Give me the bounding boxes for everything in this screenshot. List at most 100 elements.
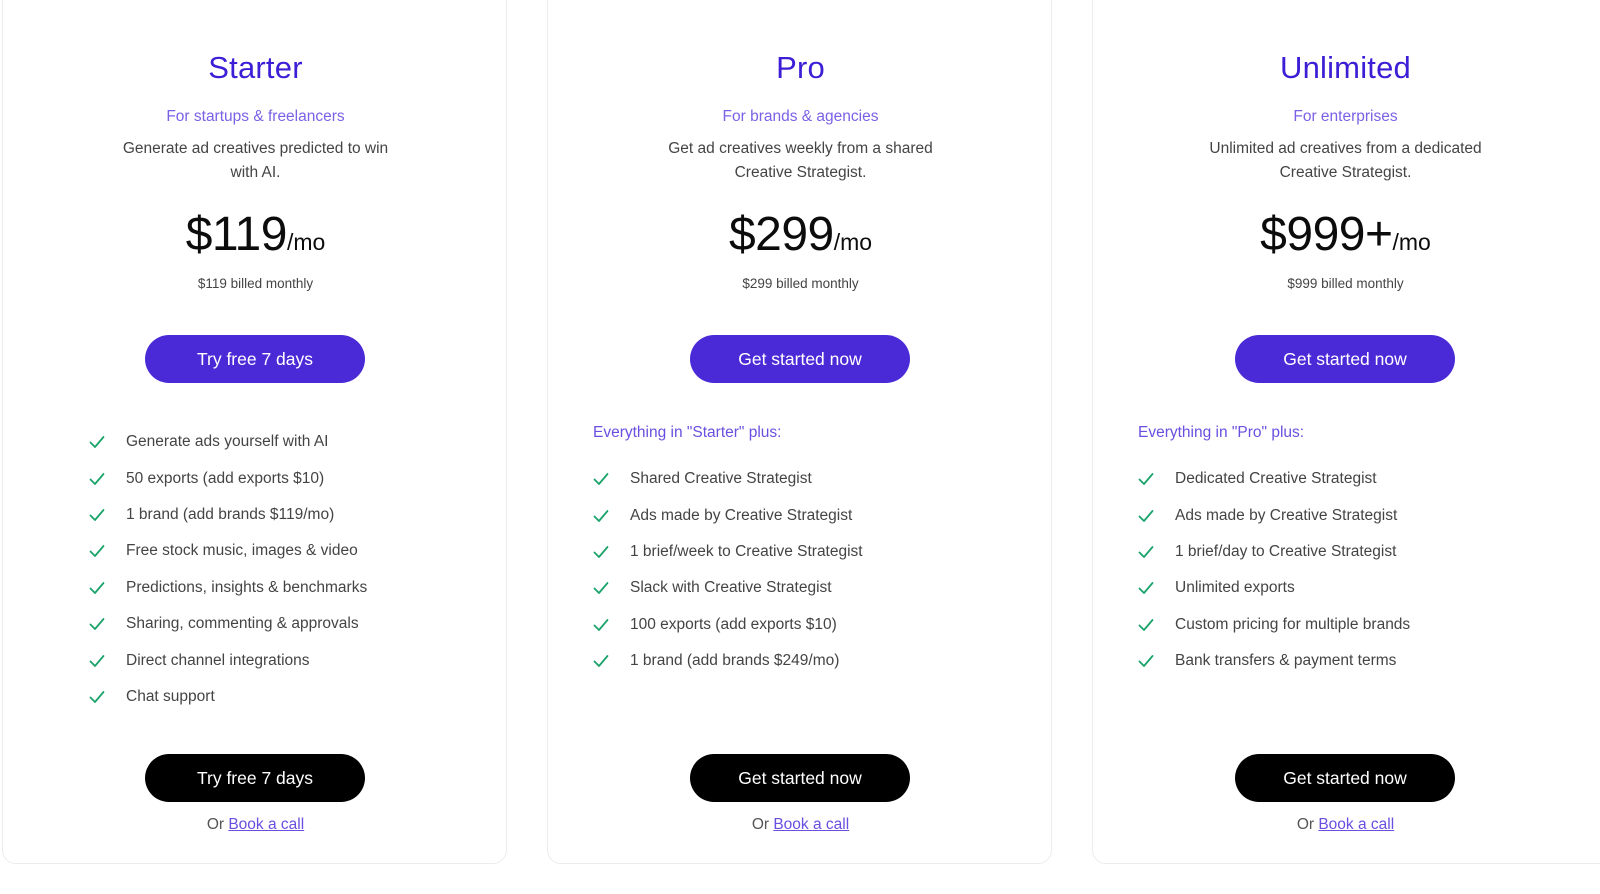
feature-text: 50 exports (add exports $10) bbox=[126, 469, 325, 487]
features-heading: Everything in "Pro" plus: bbox=[1138, 424, 1305, 441]
plan-name: Pro bbox=[776, 50, 825, 85]
plan-name: Unlimited bbox=[1279, 50, 1411, 85]
check-icon bbox=[89, 545, 105, 558]
check-icon bbox=[89, 509, 105, 521]
price-unit: /mo bbox=[1392, 229, 1431, 255]
check-icon bbox=[593, 473, 609, 486]
feature-text: Custom pricing for multiple brands bbox=[1175, 615, 1411, 633]
get-started-bottom-button[interactable]: Get started now bbox=[690, 754, 910, 802]
feature-text: Sharing, commenting & approvals bbox=[126, 615, 359, 633]
feature-text: Ads made by Creative Strategist bbox=[1175, 506, 1398, 524]
try-free-button[interactable]: Try free 7 days bbox=[145, 335, 365, 383]
plan-audience: For startups & freelancers bbox=[166, 108, 345, 125]
price: $999+/mo bbox=[1093, 207, 1598, 262]
feature-item: Predictions, insights & benchmarks bbox=[89, 570, 367, 606]
get-started-button[interactable]: Get started now bbox=[690, 335, 910, 383]
or-text: Or bbox=[206, 816, 225, 833]
feature-item: Chat support bbox=[89, 679, 367, 715]
pricing-section: Starter For startups & freelancers Gener… bbox=[0, 0, 1600, 894]
check-icon bbox=[89, 654, 105, 667]
features-heading: Everything in "Starter" plus: bbox=[593, 424, 782, 441]
check-icon bbox=[1138, 655, 1154, 668]
feature-text: Unlimited exports bbox=[1175, 579, 1295, 597]
billing-note: $999 billed monthly bbox=[1287, 276, 1404, 291]
book-call-row: Or Book a call bbox=[548, 816, 1053, 834]
feature-item: Custom pricing for multiple brands bbox=[1138, 607, 1410, 643]
price-amount: $119 bbox=[185, 208, 288, 261]
feature-text: Chat support bbox=[126, 687, 215, 705]
feature-item: Ads made by Creative Strategist bbox=[593, 497, 863, 533]
plan-name: Starter bbox=[208, 50, 303, 85]
plan-card-starter: Starter For startups & freelancers Gener… bbox=[2, 0, 507, 864]
feature-item: Bank transfers & payment terms bbox=[1138, 643, 1410, 679]
feature-item: 1 brief/week to Creative Strategist bbox=[593, 534, 863, 570]
feature-item: Ads made by Creative Strategist bbox=[1138, 497, 1410, 533]
plan-card-pro: Pro For brands & agencies Get ad creativ… bbox=[547, 0, 1052, 864]
plan-audience: For brands & agencies bbox=[722, 108, 879, 125]
check-icon bbox=[89, 436, 105, 449]
feature-text: Dedicated Creative Strategist bbox=[1175, 470, 1377, 488]
feature-item: Free stock music, images & video bbox=[89, 533, 367, 569]
feature-text: Shared Creative Strategist bbox=[630, 470, 812, 488]
try-free-bottom-button[interactable]: Try free 7 days bbox=[145, 754, 365, 802]
feature-text: Bank transfers & payment terms bbox=[1175, 652, 1397, 670]
feature-item: Unlimited exports bbox=[1138, 570, 1410, 606]
check-icon bbox=[1138, 582, 1154, 595]
billing-note: $299 billed monthly bbox=[742, 276, 859, 291]
book-call-link[interactable]: Book a call bbox=[1318, 816, 1394, 833]
check-icon bbox=[1138, 546, 1154, 558]
feature-item: Dedicated Creative Strategist bbox=[1138, 461, 1410, 497]
price-amount: $999+ bbox=[1260, 208, 1393, 261]
or-text: Or bbox=[751, 816, 770, 833]
feature-item: Generate ads yourself with AI bbox=[89, 424, 367, 460]
price: $299/mo bbox=[548, 207, 1053, 262]
feature-text: Predictions, insights & benchmarks bbox=[126, 578, 368, 596]
feature-text: Slack with Creative Strategist bbox=[630, 579, 832, 597]
feature-item: Sharing, commenting & approvals bbox=[89, 606, 367, 642]
plan-description: Generate ad creatives predicted to win w… bbox=[122, 140, 389, 181]
billing-note: $119 billed monthly bbox=[197, 276, 314, 291]
check-icon bbox=[1138, 618, 1154, 631]
get-started-button[interactable]: Get started now bbox=[1235, 335, 1455, 383]
check-icon bbox=[593, 582, 609, 595]
price-unit: /mo bbox=[286, 229, 326, 255]
feature-text: Free stock music, images & video bbox=[126, 542, 358, 560]
check-icon bbox=[89, 581, 105, 594]
plan-card-unlimited: Unlimited For enterprises Unlimited ad c… bbox=[1092, 0, 1600, 864]
feature-list: Generate ads yourself with AI 50 exports … bbox=[89, 424, 367, 715]
feature-text: 100 exports (add exports $10) bbox=[630, 615, 837, 633]
check-icon bbox=[593, 509, 609, 522]
or-text: Or bbox=[1296, 816, 1315, 833]
book-call-row: Or Book a call bbox=[3, 816, 508, 834]
feature-list: Shared Creative Strategist Ads made by Cr… bbox=[593, 461, 863, 679]
feature-text: Direct channel integrations bbox=[126, 651, 310, 669]
book-call-link[interactable]: Book a call bbox=[773, 816, 849, 833]
feature-text: Generate ads yourself with AI bbox=[126, 433, 329, 451]
get-started-bottom-button[interactable]: Get started now bbox=[1235, 754, 1455, 802]
feature-item: Direct channel integrations bbox=[89, 642, 367, 678]
feature-item: 50 exports (add exports $10) bbox=[89, 460, 367, 496]
feature-item: 100 exports (add exports $10) bbox=[593, 607, 863, 643]
check-icon bbox=[1138, 509, 1154, 522]
plan-description: Unlimited ad creatives from a dedicated … bbox=[1209, 140, 1482, 181]
check-icon bbox=[1138, 473, 1154, 486]
check-icon bbox=[89, 618, 105, 631]
price-amount: $299 bbox=[728, 208, 834, 261]
feature-text: Ads made by Creative Strategist bbox=[630, 506, 853, 524]
price: $119/mo bbox=[3, 207, 508, 262]
feature-text: 1 brand (add brands $249/mo) bbox=[630, 652, 840, 670]
plan-description: Get ad creatives weekly from a shared Cr… bbox=[668, 140, 933, 181]
feature-item: 1 brief/day to Creative Strategist bbox=[1138, 534, 1410, 570]
feature-text: 1 brief/week to Creative Strategist bbox=[630, 542, 863, 560]
book-call-row: Or Book a call bbox=[1093, 816, 1598, 834]
feature-list: Dedicated Creative Strategist Ads made by… bbox=[1138, 461, 1410, 679]
feature-item: 1 brand (add brands $249/mo) bbox=[593, 643, 863, 679]
check-icon bbox=[593, 618, 609, 631]
plan-audience: For enterprises bbox=[1293, 108, 1398, 125]
check-icon bbox=[593, 546, 609, 558]
check-icon bbox=[89, 472, 105, 485]
book-call-link[interactable]: Book a call bbox=[228, 816, 304, 833]
feature-item: Shared Creative Strategist bbox=[593, 461, 863, 497]
price-unit: /mo bbox=[833, 229, 873, 255]
feature-item: Slack with Creative Strategist bbox=[593, 570, 863, 606]
